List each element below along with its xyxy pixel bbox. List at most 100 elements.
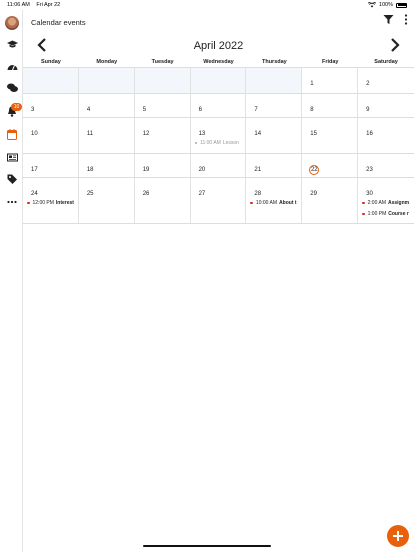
day-number: 21 [254, 167, 262, 173]
tag-icon[interactable] [6, 173, 18, 185]
day-number: 11 [86, 131, 94, 137]
status-bar: 11:06 AM Fri Apr 22 100% [0, 0, 414, 10]
event-title: Assignm [388, 200, 410, 206]
day-number: 6 [198, 107, 202, 113]
day-cell[interactable]: 29 [302, 178, 359, 223]
more-icon[interactable] [6, 196, 18, 208]
day-cell[interactable]: 18 [79, 154, 135, 177]
plus-icon [393, 531, 403, 541]
filter-icon[interactable] [383, 14, 394, 25]
calendar-event[interactable]: 12:00 PM Interest [27, 200, 78, 206]
day-cell[interactable]: 6 [191, 94, 247, 117]
battery-percent: 100% [378, 2, 393, 8]
day-number: 14 [254, 131, 262, 137]
event-time: 11:00 AM [200, 140, 221, 146]
day-cell[interactable]: 2 [358, 68, 414, 93]
status-time: 11:06 AM [7, 2, 30, 8]
day-cell[interactable]: 12 [135, 118, 191, 153]
day-cell[interactable] [190, 68, 247, 93]
sidebar: 10 [0, 10, 23, 552]
day-cell[interactable]: 11 [79, 118, 135, 153]
day-number: 4 [86, 107, 91, 113]
day-cell[interactable]: 1 [302, 68, 359, 93]
day-number: 1 [310, 81, 314, 87]
day-number: 30 [366, 191, 373, 197]
day-cell[interactable]: 26 [135, 178, 191, 223]
week-row: 17 18 19 20 21 22 23 [23, 154, 414, 178]
event-dot-icon [194, 141, 198, 145]
status-left: 11:06 AM Fri Apr 22 [7, 2, 65, 8]
kebab-menu-icon[interactable] [404, 14, 408, 25]
day-cell[interactable]: 13 11:00 AM Lesson [191, 118, 247, 153]
day-cell[interactable]: 20 [191, 154, 247, 177]
day-number: 9 [366, 107, 370, 113]
day-cell[interactable]: 21 [246, 154, 303, 177]
day-cell[interactable]: 23 [358, 154, 414, 177]
wifi-icon [367, 2, 376, 8]
day-cell[interactable]: 24 12:00 PM Interest [23, 178, 79, 223]
calendar-icon[interactable] [6, 128, 18, 140]
calendar-event[interactable]: 10:00 AM About t [250, 200, 301, 206]
day-cell[interactable]: 10 [23, 118, 79, 153]
day-number: 24 [31, 191, 38, 197]
add-event-button[interactable] [387, 525, 409, 547]
battery-icon [396, 2, 407, 8]
day-number: 2 [366, 81, 370, 87]
day-cell[interactable] [246, 68, 303, 93]
week-row: 3 4 5 6 7 8 9 [23, 94, 414, 118]
event-dot-icon [27, 201, 30, 205]
day-number: 23 [366, 167, 373, 173]
event-title: Interest [55, 200, 74, 206]
status-right: 100% [367, 2, 407, 8]
day-cell[interactable]: 14 [246, 118, 303, 153]
day-cell[interactable]: 25 [79, 178, 135, 223]
day-cell-today[interactable]: 22 [302, 154, 359, 177]
day-number: 25 [86, 191, 94, 197]
weekday-header: Sunday Monday Tuesday Wednesday Thursday Frid… [23, 56, 414, 68]
next-month-icon[interactable] [388, 38, 402, 52]
event-time: 1:00 PM [367, 211, 387, 217]
month-title: April 2022 [193, 40, 244, 52]
day-cell[interactable]: 3 [23, 94, 79, 117]
calendar-event[interactable]: 11:00 AM Lesson [194, 140, 246, 146]
event-title: Course r [388, 211, 409, 217]
event-dot-icon [362, 201, 365, 205]
day-number: 12 [142, 131, 150, 137]
weekday-label: Wednesday [203, 59, 234, 65]
day-number: 17 [31, 167, 38, 173]
day-number: 27 [198, 191, 206, 197]
day-number: 13 [198, 131, 206, 137]
home-indicator [143, 545, 271, 547]
day-cell[interactable]: 4 [79, 94, 135, 117]
day-number: 16 [366, 131, 373, 137]
day-cell[interactable]: 7 [246, 94, 303, 117]
calendar-event[interactable]: 1:00 PM Course r [362, 211, 414, 217]
chat-icon[interactable] [6, 82, 18, 94]
day-cell[interactable]: 5 [135, 94, 191, 117]
day-cell[interactable] [23, 68, 79, 93]
day-cell[interactable]: 30 2:00 AM Assignm 1:00 PM Course r [358, 178, 414, 223]
weekday-label: Thursday [261, 59, 287, 65]
day-cell[interactable] [78, 68, 135, 93]
weekday-label: Saturday [374, 59, 398, 65]
day-cell[interactable]: 17 [23, 154, 79, 177]
graduation-cap-icon[interactable] [6, 38, 18, 50]
calendar-event[interactable]: 2:00 AM Assignm [362, 200, 414, 206]
news-icon[interactable] [6, 151, 18, 163]
day-cell[interactable]: 16 [358, 118, 414, 153]
status-date: Fri Apr 22 [36, 2, 61, 8]
week-row: 12 [23, 68, 414, 94]
day-cell[interactable] [134, 68, 191, 93]
day-cell[interactable]: 8 [302, 94, 359, 117]
day-cell[interactable]: 15 [302, 118, 359, 153]
day-cell[interactable]: 28 10:00 AM About t [246, 178, 303, 223]
day-number: 26 [142, 191, 150, 197]
day-number: 19 [142, 167, 150, 173]
day-cell[interactable]: 19 [135, 154, 191, 177]
day-cell[interactable]: 27 [191, 178, 247, 223]
weekday-label: Tuesday [151, 59, 174, 65]
avatar[interactable] [5, 16, 19, 30]
dashboard-icon[interactable] [6, 60, 18, 72]
day-cell[interactable]: 9 [358, 94, 414, 117]
day-number: 7 [254, 107, 258, 113]
